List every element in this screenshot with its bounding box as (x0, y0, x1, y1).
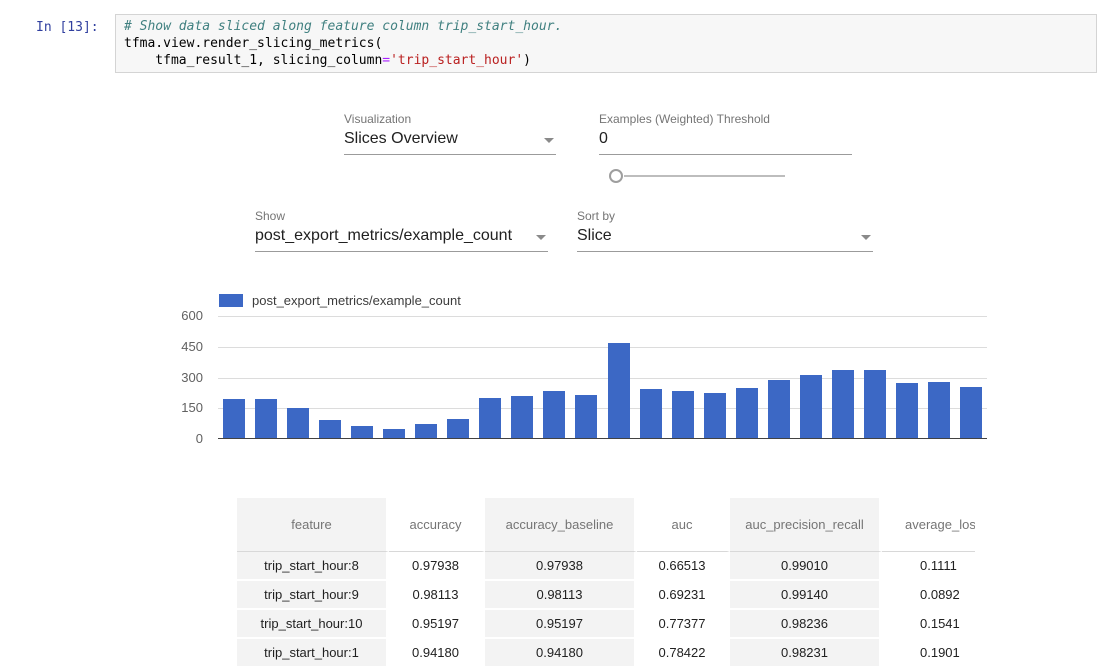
y-tick-label: 0 (160, 431, 203, 446)
table-cell: 0.98231 (730, 639, 882, 668)
table-cell: trip_start_hour:9 (237, 581, 389, 610)
column-header: auc (637, 498, 730, 552)
slider-handle-icon[interactable] (609, 169, 623, 183)
table-row: trip_start_hour:100.951970.951970.773770… (237, 610, 975, 639)
bar[interactable] (800, 375, 822, 438)
bar[interactable] (287, 408, 309, 438)
sort-by-dropdown[interactable]: Sort by Slice (577, 209, 873, 252)
table-cell: trip_start_hour:1 (237, 639, 389, 668)
y-tick-label: 300 (160, 370, 203, 385)
bar[interactable] (319, 420, 341, 438)
table-cell: 0.98113 (389, 581, 485, 610)
table-cell: 0.78422 (637, 639, 730, 668)
bar-chart (218, 316, 987, 439)
threshold-input[interactable]: Examples (Weighted) Threshold 0 (599, 112, 852, 155)
x-axis-line (218, 438, 987, 439)
table-cell: trip_start_hour:8 (237, 552, 389, 581)
legend-swatch-icon (219, 294, 243, 307)
bar[interactable] (896, 383, 918, 438)
bar[interactable] (608, 343, 630, 438)
bar[interactable] (479, 398, 501, 438)
bar[interactable] (832, 370, 854, 438)
y-tick-label: 450 (160, 339, 203, 354)
show-value: post_export_metrics/example_count (255, 227, 512, 244)
bar[interactable] (864, 370, 886, 438)
bar[interactable] (223, 399, 245, 438)
table-cell: 0.98236 (730, 610, 882, 639)
bar[interactable] (351, 426, 373, 438)
visualization-value: Slices Overview (344, 130, 458, 147)
bar[interactable] (736, 388, 758, 438)
column-header: accuracy_baseline (485, 498, 637, 552)
table-row: trip_start_hour:10.941800.941800.784220.… (237, 639, 975, 668)
table-body: trip_start_hour:80.979380.979380.665130.… (237, 552, 975, 668)
table-cell: 0.1111 (882, 552, 975, 581)
metrics-table: featureaccuracyaccuracy_baselineaucauc_p… (237, 498, 975, 668)
bar[interactable] (447, 419, 469, 438)
chevron-down-icon[interactable] (861, 235, 871, 240)
table-cell: 0.1901 (882, 639, 975, 668)
bar[interactable] (415, 424, 437, 438)
table-cell: trip_start_hour:10 (237, 610, 389, 639)
bar[interactable] (960, 387, 982, 438)
bar[interactable] (928, 382, 950, 438)
sort-by-label: Sort by (577, 209, 873, 223)
bar[interactable] (511, 396, 533, 438)
table-cell: 0.66513 (637, 552, 730, 581)
table-cell: 0.99140 (730, 581, 882, 610)
chevron-down-icon[interactable] (536, 235, 546, 240)
table-cell: 0.95197 (389, 610, 485, 639)
gridline (218, 347, 987, 348)
table-row: trip_start_hour:90.981130.981130.692310.… (237, 581, 975, 610)
table-cell: 0.1541 (882, 610, 975, 639)
threshold-slider[interactable] (609, 169, 785, 183)
column-header: average_loss (882, 498, 975, 552)
table-cell: 0.99010 (730, 552, 882, 581)
table-cell: 0.0892 (882, 581, 975, 610)
code-cell[interactable]: # Show data sliced along feature column … (115, 14, 1097, 73)
code-line: # Show data sliced along feature column … (124, 18, 1088, 35)
code-line: tfma.view.render_slicing_metrics( (124, 35, 1088, 52)
table-row: trip_start_hour:80.979380.979380.665130.… (237, 552, 975, 581)
threshold-value[interactable]: 0 (599, 130, 608, 147)
visualization-label: Visualization (344, 112, 556, 126)
slider-track[interactable] (624, 175, 785, 177)
bar[interactable] (255, 399, 277, 438)
bar[interactable] (575, 395, 597, 438)
bar[interactable] (768, 380, 790, 438)
table-cell: 0.94180 (485, 639, 637, 668)
chart-legend: post_export_metrics/example_count (219, 293, 461, 308)
table-cell: 0.94180 (389, 639, 485, 668)
visualization-dropdown[interactable]: Visualization Slices Overview (344, 112, 556, 155)
y-tick-label: 150 (160, 400, 203, 415)
table-cell: 0.98113 (485, 581, 637, 610)
column-header: auc_precision_recall (730, 498, 882, 552)
y-tick-label: 600 (160, 308, 203, 323)
table-cell: 0.97938 (389, 552, 485, 581)
column-header: feature (237, 498, 389, 552)
column-header: accuracy (389, 498, 485, 552)
gridline (218, 316, 987, 317)
show-label: Show (255, 209, 548, 223)
show-dropdown[interactable]: Show post_export_metrics/example_count (255, 209, 548, 252)
bar[interactable] (640, 389, 662, 438)
sort-by-value: Slice (577, 227, 612, 244)
cell-prompt: In [13]: (36, 20, 99, 35)
chevron-down-icon[interactable] (544, 138, 554, 143)
bar[interactable] (543, 391, 565, 438)
table-header-row: featureaccuracyaccuracy_baselineaucauc_p… (237, 498, 975, 552)
table-cell: 0.77377 (637, 610, 730, 639)
code-line: tfma_result_1, slicing_column='trip_star… (124, 52, 1088, 69)
threshold-label: Examples (Weighted) Threshold (599, 112, 852, 126)
table-cell: 0.95197 (485, 610, 637, 639)
bar[interactable] (704, 393, 726, 438)
bar[interactable] (383, 429, 405, 438)
bar[interactable] (672, 391, 694, 438)
legend-label: post_export_metrics/example_count (252, 293, 461, 308)
table-cell: 0.97938 (485, 552, 637, 581)
table-cell: 0.69231 (637, 581, 730, 610)
